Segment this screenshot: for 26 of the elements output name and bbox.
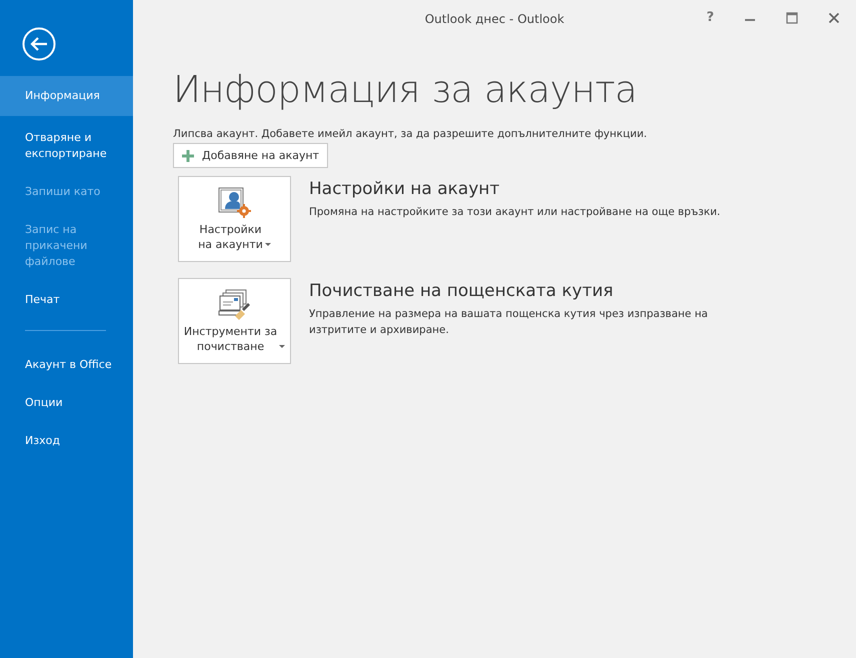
window-title: Outlook днес - Outlook <box>424 12 564 26</box>
button-label: Настройки на акаунти <box>198 222 263 252</box>
sidebar-item[interactable]: Информация <box>0 76 133 116</box>
sidebar-item[interactable]: Отваряне и експортиране <box>0 122 133 170</box>
caret-icon <box>279 345 286 349</box>
sidebar-item[interactable]: Печат <box>0 284 133 316</box>
section-button[interactable]: Настройки на акаунти <box>178 176 291 262</box>
section-heading: Почистване на пощенската кутия <box>309 281 614 301</box>
button-label: Инструменти за почистване <box>184 324 278 354</box>
help-button[interactable]: ? <box>706 10 714 25</box>
add-account-button[interactable]: Добавяне на акаунт <box>173 143 328 168</box>
close-icon[interactable] <box>828 12 840 24</box>
section-button[interactable]: Инструменти за почистване <box>178 278 291 364</box>
section-description: Промяна на настройките за този акаунт или настройване на още връзки. <box>309 205 720 220</box>
mail-broom-icon <box>218 289 252 321</box>
section-description: Управление на размера на вашата пощенска кутия чрез изпразване на изтритите и архивиране. <box>309 307 709 338</box>
sidebar-item[interactable]: Изход <box>0 425 133 457</box>
page-title: Информация за акаунта <box>173 68 638 111</box>
account-gear-icon <box>218 187 252 219</box>
maximize-icon[interactable] <box>786 12 798 24</box>
plus-icon <box>182 150 194 162</box>
sidebar-item[interactable]: Акаунт в Office <box>0 349 133 381</box>
section-heading: Настройки на акаунт <box>309 179 501 199</box>
caret-icon <box>264 243 271 247</box>
notice-text: Липсва акаунт. Добавете имейл акаунт, за да разрешите допълнителните функции. <box>173 128 648 140</box>
sidebar-item[interactable]: Опции <box>0 387 133 419</box>
